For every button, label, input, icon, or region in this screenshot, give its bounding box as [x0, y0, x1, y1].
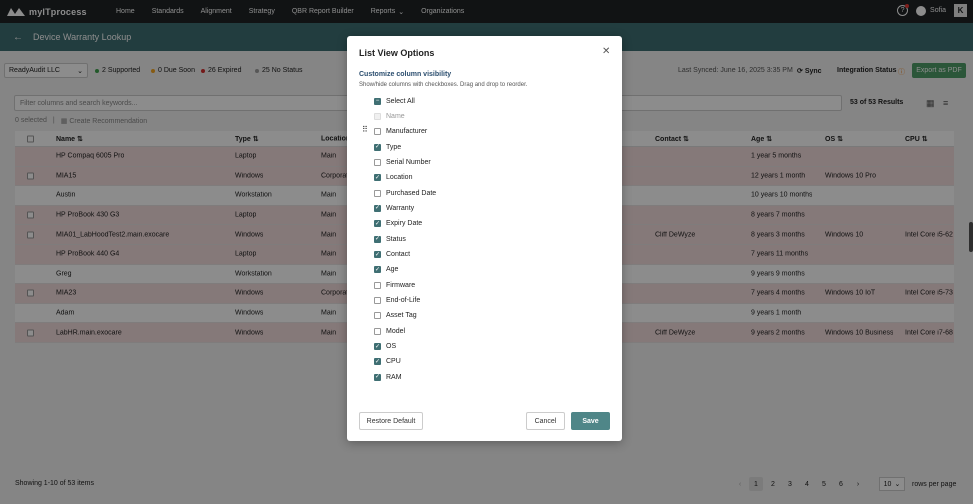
- column-option-label: Name: [386, 112, 405, 120]
- column-option[interactable]: ✓ Warranty: [374, 202, 414, 214]
- column-option-label: Asset Tag: [386, 312, 417, 320]
- column-option[interactable]: ✓ CPU: [374, 356, 401, 368]
- column-option-label: Firmware: [386, 281, 416, 289]
- modal-subtitle: Customize column visibility: [359, 71, 452, 78]
- column-option[interactable]: Asset Tag: [374, 310, 417, 322]
- column-option-label: OS: [386, 343, 397, 351]
- indeterminate-checkbox[interactable]: −: [374, 97, 381, 105]
- checkbox[interactable]: ✓: [374, 358, 381, 366]
- restore-default-button[interactable]: Restore Default: [359, 412, 423, 430]
- column-option-label: Location: [386, 174, 413, 182]
- column-option-label: Age: [386, 266, 399, 274]
- column-option-label: Serial Number: [386, 158, 431, 166]
- column-option-label: Type: [386, 143, 402, 151]
- checkbox[interactable]: [374, 312, 381, 320]
- column-option[interactable]: Manufacturer: [374, 126, 427, 138]
- column-option[interactable]: ✓ Expiry Date: [374, 218, 422, 230]
- checkbox[interactable]: ✓: [374, 143, 381, 151]
- close-icon[interactable]: ✕: [602, 46, 610, 57]
- column-option[interactable]: Purchased Date: [374, 187, 436, 199]
- column-option[interactable]: ✓ RAM: [374, 371, 402, 383]
- checkbox[interactable]: [374, 189, 381, 197]
- column-option-label: Model: [386, 327, 406, 335]
- checkbox[interactable]: ✓: [374, 220, 381, 228]
- checkbox[interactable]: ✓: [374, 251, 381, 258]
- modal-title: List View Options: [359, 48, 435, 58]
- checkbox[interactable]: ✓: [374, 235, 381, 243]
- column-option[interactable]: ✓ Contact: [374, 249, 410, 261]
- column-option[interactable]: ✓ Age: [374, 264, 398, 276]
- column-option-label: Purchased Date: [386, 189, 437, 197]
- column-option[interactable]: Model: [374, 325, 405, 337]
- checkbox[interactable]: [374, 297, 381, 305]
- list-view-options-modal: List View Options ✕ Customize column vis…: [347, 36, 622, 441]
- column-option-label: Select All: [386, 97, 415, 105]
- checkbox[interactable]: ✓: [374, 204, 381, 212]
- column-option[interactable]: ✓ Status: [374, 233, 406, 245]
- column-option[interactable]: ✓ Location: [374, 172, 412, 184]
- column-option-label: Expiry Date: [386, 220, 423, 228]
- checkbox[interactable]: ✓: [374, 343, 381, 351]
- checkbox[interactable]: [374, 158, 381, 166]
- column-option-label: CPU: [386, 358, 401, 366]
- checkbox: [374, 112, 381, 120]
- checkbox[interactable]: [374, 327, 381, 335]
- column-option[interactable]: Serial Number: [374, 156, 431, 168]
- drag-handle-icon[interactable]: ⠿: [362, 125, 368, 134]
- checkbox[interactable]: [374, 128, 381, 136]
- column-option[interactable]: − Select All: [374, 95, 415, 107]
- modal-description: Show/hide columns with checkboxes. Drag …: [359, 82, 528, 88]
- column-option[interactable]: ✓ Type: [374, 141, 401, 153]
- column-option-label: Manufacturer: [386, 128, 428, 136]
- column-option-label: RAM: [386, 373, 402, 381]
- column-option-label: Warranty: [386, 204, 415, 212]
- column-option: Name: [374, 110, 405, 122]
- checkbox[interactable]: ✓: [374, 174, 381, 182]
- checkbox[interactable]: ✓: [374, 266, 381, 274]
- checkbox[interactable]: ✓: [374, 373, 381, 381]
- column-option-label: End-of-Life: [386, 297, 421, 305]
- column-option[interactable]: ✓ OS: [374, 341, 396, 353]
- column-option[interactable]: Firmware: [374, 279, 415, 291]
- column-option[interactable]: End-of-Life: [374, 295, 420, 307]
- column-option-label: Status: [386, 235, 406, 243]
- checkbox[interactable]: [374, 281, 381, 289]
- column-option-label: Contact: [386, 251, 411, 258]
- save-button[interactable]: Save: [571, 412, 610, 430]
- cancel-button[interactable]: Cancel: [526, 412, 565, 430]
